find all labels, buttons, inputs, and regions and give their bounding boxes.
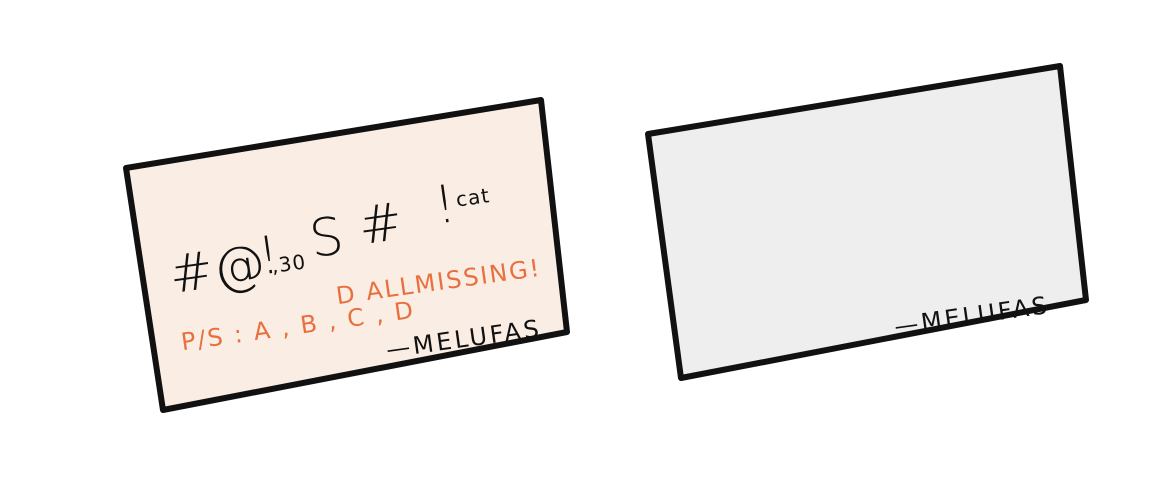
sticky-notes-scene: # @ ! ,30 S # ! cat P/S : A , B , C , D … [0,0,1158,496]
scene-svg: # @ ! ,30 S # ! cat P/S : A , B , C , D … [123,63,1089,413]
right-card-body [645,63,1089,381]
right-card: —MELUFAS [645,63,1089,381]
cat-word: cat [454,183,491,212]
hash-symbol-2: # [355,192,407,258]
left-card: # @ ! ,30 S # ! cat P/S : A , B , C , D … [123,97,570,413]
comma-thirty: ,30 [270,249,308,278]
